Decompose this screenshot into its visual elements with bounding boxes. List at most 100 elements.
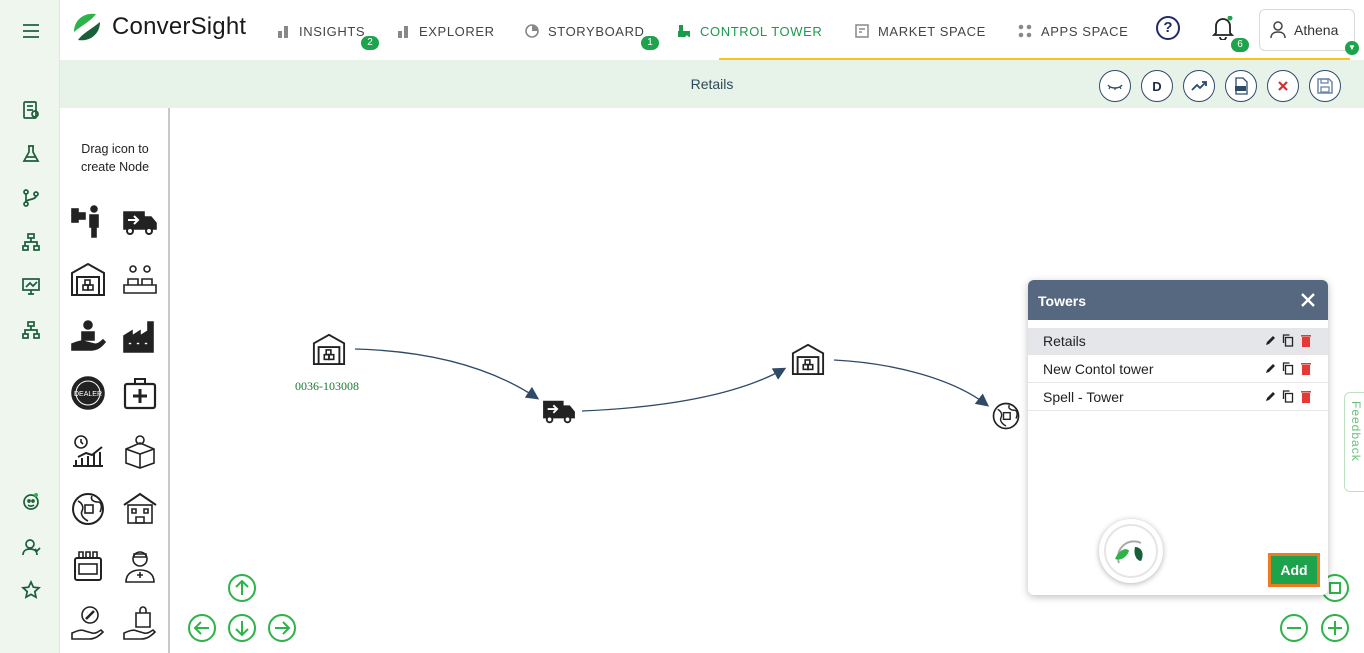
close-icon[interactable] (1298, 290, 1318, 310)
delete-icon[interactable] (1300, 362, 1312, 375)
pdf-button[interactable] (1225, 70, 1257, 102)
notifications-badge: 6 (1231, 38, 1249, 52)
pan-left-button[interactable] (187, 613, 217, 643)
edge-warehouse-to-truck (354, 348, 540, 400)
star-icon[interactable] (20, 579, 42, 601)
copy-icon[interactable] (1282, 334, 1294, 347)
nav-insights[interactable]: INSIGHTS (275, 22, 365, 40)
arrow-up-icon (228, 574, 256, 602)
pdf-icon (1235, 77, 1248, 95)
edit-icon[interactable] (1264, 334, 1276, 347)
nav-storyboard-label: STORYBOARD (548, 23, 645, 39)
supplier-icon[interactable] (70, 203, 106, 239)
pan-up-button[interactable] (227, 573, 257, 603)
assistant-loader-icon[interactable] (1099, 519, 1163, 583)
close-icon (1278, 81, 1288, 91)
nav-market-space[interactable]: MARKET SPACE (854, 22, 986, 40)
nav-explorer[interactable]: EXPLORER (395, 22, 495, 40)
save-icon (1317, 78, 1333, 94)
node-delivery-truck[interactable] (542, 393, 576, 427)
trending-up-icon (1191, 81, 1207, 91)
save-button[interactable] (1309, 70, 1341, 102)
palette-hint-line-1: Drag icon to (81, 142, 149, 156)
bar-chart-icon (275, 23, 291, 39)
svg-text:DEALER: DEALER (74, 391, 102, 398)
tower-item[interactable]: Retails (1028, 328, 1328, 355)
top-bar: ConverSight INSIGHTS 2 EXPLORER STORYBOA… (60, 0, 1364, 62)
bar-chart-icon (395, 23, 411, 39)
node-globe[interactable] (991, 401, 1021, 431)
assistant-icon[interactable] (20, 490, 42, 512)
help-icon[interactable]: ? (1156, 16, 1180, 40)
warehouse-icon[interactable] (70, 261, 106, 297)
pan-right-button[interactable] (267, 613, 297, 643)
dealer-icon[interactable]: DEALER (70, 375, 106, 411)
d-button[interactable]: D (1141, 70, 1173, 102)
nav-control-tower[interactable]: CONTROL TOWER (676, 22, 822, 40)
nav-explorer-label: EXPLORER (419, 23, 495, 39)
pie-chart-icon (524, 23, 540, 39)
delete-icon[interactable] (1300, 334, 1312, 347)
edge-truck-to-warehouse (581, 367, 787, 412)
medical-kit-icon[interactable] (122, 375, 158, 411)
brand-name: ConverSight (112, 13, 247, 40)
nav-storyboard[interactable]: STORYBOARD (524, 22, 645, 40)
presentation-icon[interactable] (20, 275, 42, 297)
zoom-out-button[interactable] (1279, 613, 1309, 643)
node-palette: Drag icon to create Node DEALER (60, 108, 170, 653)
feedback-tab[interactable]: Feedback (1344, 392, 1364, 492)
user-menu[interactable]: Athena ▼ (1259, 9, 1359, 55)
discount-hand-icon[interactable] (70, 605, 106, 641)
store-icon[interactable] (122, 491, 158, 527)
trend-button[interactable] (1183, 70, 1215, 102)
edit-icon[interactable] (1264, 362, 1276, 375)
reports-icon[interactable] (20, 99, 42, 121)
flask-icon[interactable] (20, 143, 42, 165)
add-tower-button[interactable]: Add (1268, 553, 1320, 587)
tower-item-label: New Contol tower (1043, 361, 1154, 377)
edit-icon[interactable] (1264, 390, 1276, 403)
org-chart-icon[interactable] (20, 319, 42, 341)
user-name: Athena (1294, 22, 1339, 38)
tower-item-label: Spell - Tower (1043, 389, 1124, 405)
menu-icon[interactable] (20, 20, 42, 42)
nav-apps-space[interactable]: APPS SPACE (1017, 22, 1128, 40)
package-location-icon[interactable] (122, 433, 158, 469)
tower-item-label: Retails (1043, 333, 1086, 349)
branch-icon[interactable] (20, 187, 42, 209)
tower-item[interactable]: New Contol tower (1028, 356, 1328, 383)
inventory-icon[interactable] (70, 548, 106, 584)
nav-control-tower-label: CONTROL TOWER (700, 23, 823, 39)
node-warehouse-1[interactable] (312, 332, 346, 366)
customer-care-icon[interactable] (70, 318, 107, 354)
warehouse-icon (791, 343, 825, 376)
market-icon (854, 23, 870, 39)
node-warehouse-2[interactable] (791, 342, 825, 376)
arrow-left-icon (188, 614, 216, 642)
delete-icon[interactable] (1300, 390, 1312, 403)
copy-icon[interactable] (1282, 362, 1294, 375)
globe-icon (992, 402, 1020, 430)
feedback-label: Feedback (1349, 401, 1363, 462)
close-tower-button[interactable] (1267, 70, 1299, 102)
growth-chart-icon[interactable] (70, 433, 106, 469)
warehouse-icon (312, 333, 346, 366)
brand-logo[interactable]: ConverSight (70, 10, 246, 44)
shopping-hand-icon[interactable] (122, 605, 158, 641)
minus-icon (1280, 614, 1308, 642)
hierarchy-icon[interactable] (20, 231, 42, 253)
workers-icon[interactable] (122, 261, 158, 297)
user-icon (1270, 21, 1286, 39)
copy-icon[interactable] (1282, 390, 1294, 403)
zoom-in-button[interactable] (1320, 613, 1350, 643)
pan-down-button[interactable] (227, 613, 257, 643)
hide-button[interactable] (1099, 70, 1131, 102)
palette-hint: Drag icon to create Node (60, 140, 170, 176)
delivery-truck-icon[interactable] (122, 203, 158, 239)
globe-icon[interactable] (70, 491, 106, 527)
users-icon[interactable] (20, 536, 42, 558)
tower-item[interactable]: Spell - Tower (1028, 384, 1328, 411)
doctor-icon[interactable] (122, 548, 158, 584)
notifications-bell-icon[interactable] (1211, 15, 1235, 41)
factory-icon[interactable] (122, 318, 158, 354)
